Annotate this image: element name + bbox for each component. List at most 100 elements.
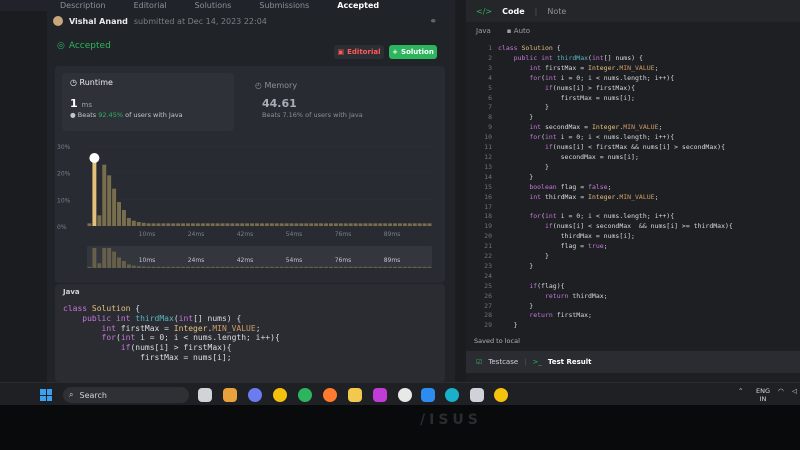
x-tick-label: 76ms <box>335 231 352 238</box>
line-number: 26 <box>484 291 492 300</box>
code-line[interactable]: } <box>498 113 733 123</box>
y-tick-label: 10% <box>57 197 71 204</box>
taskbar-search[interactable]: ⌕ Search <box>63 387 189 403</box>
minimap-bar <box>250 266 255 268</box>
minimap-bar <box>181 266 186 268</box>
app-generic-icon[interactable] <box>470 388 484 402</box>
code-line[interactable] <box>498 272 733 282</box>
code-line[interactable]: flag = true; <box>498 242 733 252</box>
editorial-button[interactable]: ▣ Editorial <box>334 45 384 59</box>
code-preview-line: if(nums[i] > firstMax){ <box>120 343 232 353</box>
line-number: 3 <box>488 63 492 72</box>
code-editor[interactable]: class Solution { public int thirdMax(int… <box>498 44 733 331</box>
chrome-icon[interactable] <box>273 388 287 402</box>
code-line[interactable]: int secondMax = Integer.MIN_VALUE; <box>498 123 733 133</box>
minimap-bar <box>353 266 358 268</box>
code-line[interactable]: if(nums[i] < firstMax && nums[i] > secon… <box>498 143 733 153</box>
minimap-bar <box>220 266 225 268</box>
chart-bar <box>161 223 166 226</box>
line-number: 29 <box>484 321 492 330</box>
code-line[interactable]: if(nums[i] > firstMax){ <box>498 84 733 94</box>
chart-bar <box>363 223 368 226</box>
memory-title[interactable]: ◴ Memory <box>255 81 297 90</box>
code-line[interactable]: secondMax = nums[i]; <box>498 153 733 163</box>
code-line[interactable]: return thirdMax; <box>498 292 733 302</box>
runtime-distribution-chart[interactable]: 30% 20% 10% 0% 10ms 24ms 42ms 54ms 76ms 89ms 10ms 2… <box>57 136 437 276</box>
file-explorer-icon[interactable] <box>348 388 362 402</box>
tab-submissions[interactable]: Submissions <box>259 1 309 10</box>
minimap-bar <box>112 251 117 268</box>
language-indicator[interactable]: ENG IN <box>756 387 770 403</box>
chart-bar <box>122 210 126 226</box>
chart-bar <box>314 223 319 226</box>
edge-icon[interactable] <box>445 388 459 402</box>
wifi-icon[interactable]: ◠ <box>778 387 784 395</box>
tab-note[interactable]: Note <box>547 7 566 16</box>
volume-icon[interactable]: ◁ <box>792 387 797 395</box>
code-line[interactable]: } <box>498 103 733 113</box>
vscode-icon[interactable] <box>421 388 435 402</box>
chart-bar <box>171 223 176 226</box>
chevron-up-icon[interactable]: ⌃ <box>738 387 743 395</box>
minimap-bar <box>171 266 176 268</box>
code-line[interactable]: } <box>498 173 733 183</box>
chart-bar <box>200 223 205 226</box>
code-line[interactable]: } <box>498 252 733 262</box>
windows-start-icon[interactable] <box>40 389 52 401</box>
app-u-icon[interactable] <box>298 388 312 402</box>
chart-bar <box>378 223 383 226</box>
code-line[interactable]: firstMax = nums[i]; <box>498 94 733 104</box>
code-line[interactable]: public int thirdMax(int[] nums) { <box>498 54 733 64</box>
code-line[interactable]: for(int i = 0; i < nums.length; i++){ <box>498 212 733 222</box>
tab-editorial[interactable]: Editorial <box>134 1 167 10</box>
search-placeholder: Search <box>79 390 107 400</box>
line-number: 7 <box>488 103 492 112</box>
task-view-icon[interactable] <box>198 388 212 402</box>
code-line[interactable]: } <box>498 262 733 272</box>
solution-button[interactable]: + Solution <box>389 45 437 59</box>
line-number: 17 <box>484 202 492 211</box>
tab-testcase[interactable]: Testcase <box>488 358 518 366</box>
code-line[interactable] <box>498 203 733 213</box>
tab-test-result[interactable]: Test Result <box>548 358 592 366</box>
memory-beats: Beats 7.16% of users with Java <box>262 111 363 119</box>
app-store-icon[interactable] <box>373 388 387 402</box>
code-line[interactable]: class Solution { <box>498 44 733 54</box>
code-line[interactable]: for(int i = 0; i < nums.length; i++){ <box>498 133 733 143</box>
editor-panel: </> Code | Note Java ▪ Auto 1 2 3 4 5 6 7 8 9 10 1… <box>466 0 800 382</box>
share-icon[interactable]: ⚭ <box>429 17 437 27</box>
minimap-bar <box>176 266 181 268</box>
tab-solutions[interactable]: Solutions <box>195 1 232 10</box>
auto-toggle[interactable]: ▪ Auto <box>507 27 530 35</box>
minimap-bar <box>260 266 264 268</box>
chrome-active-icon[interactable] <box>494 388 508 402</box>
line-number: 11 <box>484 143 492 152</box>
tab-description[interactable]: Description <box>60 1 106 10</box>
chat-icon[interactable] <box>248 388 262 402</box>
language-select[interactable]: Java <box>476 27 491 35</box>
code-line[interactable]: int thirdMax = Integer.MIN_VALUE; <box>498 193 733 203</box>
tab-code[interactable]: Code <box>502 7 525 16</box>
code-line[interactable]: } <box>498 302 733 312</box>
code-line[interactable]: } <box>498 163 733 173</box>
code-line[interactable]: return firstMax; <box>498 311 733 321</box>
laptop-bezel <box>0 405 800 450</box>
avatar[interactable] <box>53 16 63 26</box>
code-line[interactable]: boolean flag = false; <box>498 183 733 193</box>
minimap-bar <box>156 266 161 268</box>
widgets-icon[interactable] <box>223 388 237 402</box>
minimap-bar <box>412 266 417 268</box>
code-line[interactable]: if(flag){ <box>498 282 733 292</box>
chart-bar <box>422 223 427 226</box>
app-circle-icon[interactable] <box>398 388 412 402</box>
runtime-card[interactable]: ◷ Runtime 1 ms ● Beats 92.45% of users w… <box>62 73 234 131</box>
user-name[interactable]: Vishal Anand <box>69 17 128 26</box>
code-line[interactable]: thirdMax = nums[i]; <box>498 232 733 242</box>
code-line[interactable]: int firstMax = Integer.MIN_VALUE; <box>498 64 733 74</box>
code-line[interactable]: for(int i = 0; i < nums.length; i++){ <box>498 74 733 84</box>
firefox-icon[interactable] <box>323 388 337 402</box>
code-line[interactable]: if(nums[i] < secondMax && nums[i] >= thi… <box>498 222 733 232</box>
code-preview-line: class Solution { <box>63 304 141 313</box>
tab-accepted[interactable]: Accepted <box>337 1 379 10</box>
code-line[interactable]: } <box>498 321 733 331</box>
